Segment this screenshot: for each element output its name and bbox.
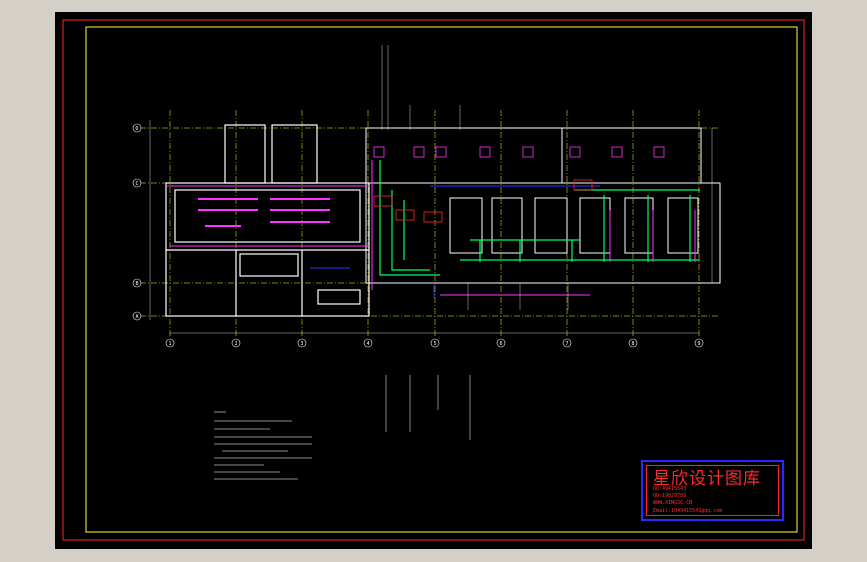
grid-col-label: 2 (234, 341, 237, 347)
title-block-line: Email:1049415543@qq.com (653, 508, 723, 514)
grid-col-label: 8 (631, 341, 634, 347)
grid-col-label: 3 (300, 341, 303, 347)
grid-col-label: 1 (168, 341, 171, 347)
title-block-line: QQ:19829783 (653, 493, 687, 499)
grid-col-label: 4 (366, 341, 369, 347)
grid-row-label: A (135, 314, 138, 320)
title-block-line: QQ:49415543 (653, 486, 687, 492)
title-block-stamp: 星欣设计图库 QQ:49415543 QQ:19829783 WWW.XINGS… (641, 460, 784, 521)
grid-row-label: C (135, 181, 138, 187)
grid-col-label: 9 (697, 341, 700, 347)
grid-col-label: 7 (565, 341, 568, 347)
grid-col-label: 6 (499, 341, 502, 347)
grid-row-label: B (135, 281, 138, 287)
grid-row-label: D (135, 126, 138, 132)
title-block-line: WWW.XINGSC.CN (653, 500, 693, 506)
grid-col-label: 5 (433, 341, 436, 347)
